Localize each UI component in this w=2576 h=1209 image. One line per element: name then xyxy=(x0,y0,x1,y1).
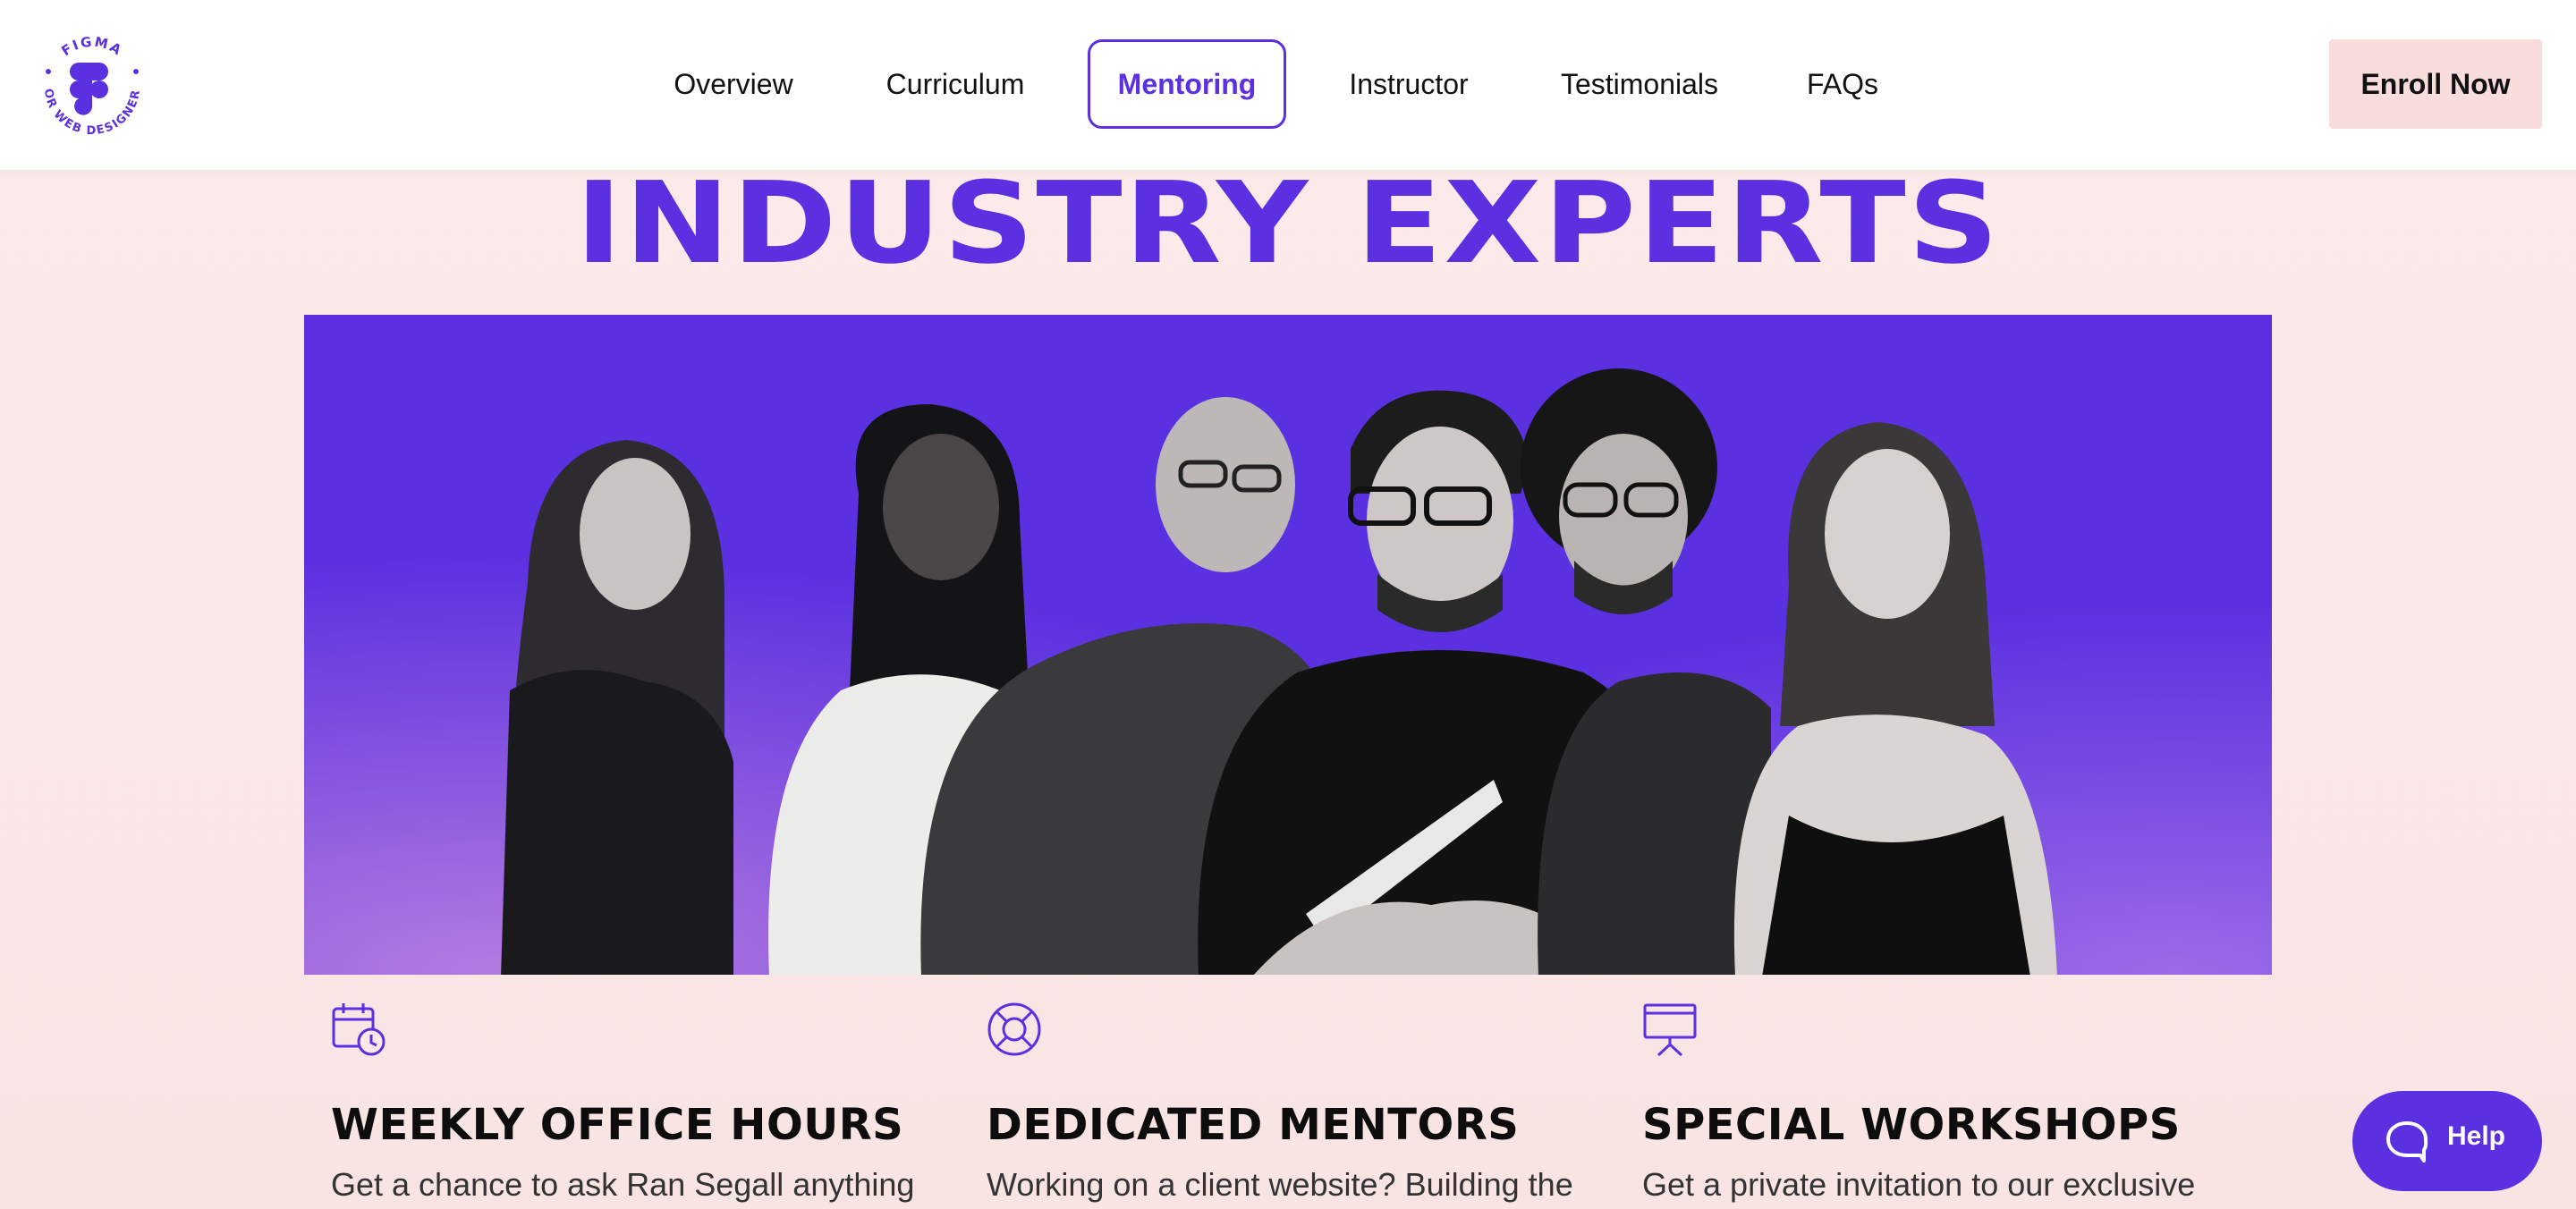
site-header: FIGMA FOR WEB DESIGNERS Overview Curricu… xyxy=(0,0,2576,170)
lifebuoy-icon xyxy=(987,1002,1042,1057)
nav-overview[interactable]: Overview xyxy=(655,39,812,129)
presentation-board-icon xyxy=(1642,1002,1698,1057)
chat-bubble-icon xyxy=(2385,1120,2429,1162)
feature-title: DEDICATED MENTORS xyxy=(987,1100,1520,1150)
feature-text: Get a chance to ask Ran Segall anything xyxy=(331,1166,915,1203)
calendar-clock-icon xyxy=(331,1002,386,1057)
feature-title: SPECIAL WORKSHOPS xyxy=(1642,1100,2181,1150)
feature-text: Get a private invitation to our exclusiv… xyxy=(1642,1166,2196,1203)
mentor-figure-1 xyxy=(501,440,733,975)
group-photo-illustration xyxy=(501,368,2057,975)
mentors-group-photo xyxy=(304,315,2272,975)
help-label: Help xyxy=(2447,1121,2506,1151)
nav-faqs[interactable]: FAQs xyxy=(1796,39,1889,129)
feature-title: WEEKLY OFFICE HOURS xyxy=(331,1100,904,1150)
help-button[interactable]: Help xyxy=(2352,1091,2542,1191)
nav-curriculum[interactable]: Curriculum xyxy=(871,39,1039,129)
mentor-figure-6 xyxy=(1733,422,2057,975)
enroll-now-button[interactable]: Enroll Now xyxy=(2329,39,2542,129)
nav-testimonials[interactable]: Testimonials xyxy=(1546,39,1733,129)
nav-mentoring[interactable]: Mentoring xyxy=(1088,39,1286,129)
feature-text: Working on a client website? Building th… xyxy=(987,1166,1573,1203)
main-nav: Overview Curriculum Mentoring Instructor… xyxy=(0,39,2576,129)
nav-instructor[interactable]: Instructor xyxy=(1335,39,1483,129)
page-heading: INDUSTRY EXPERTS xyxy=(575,157,2001,289)
